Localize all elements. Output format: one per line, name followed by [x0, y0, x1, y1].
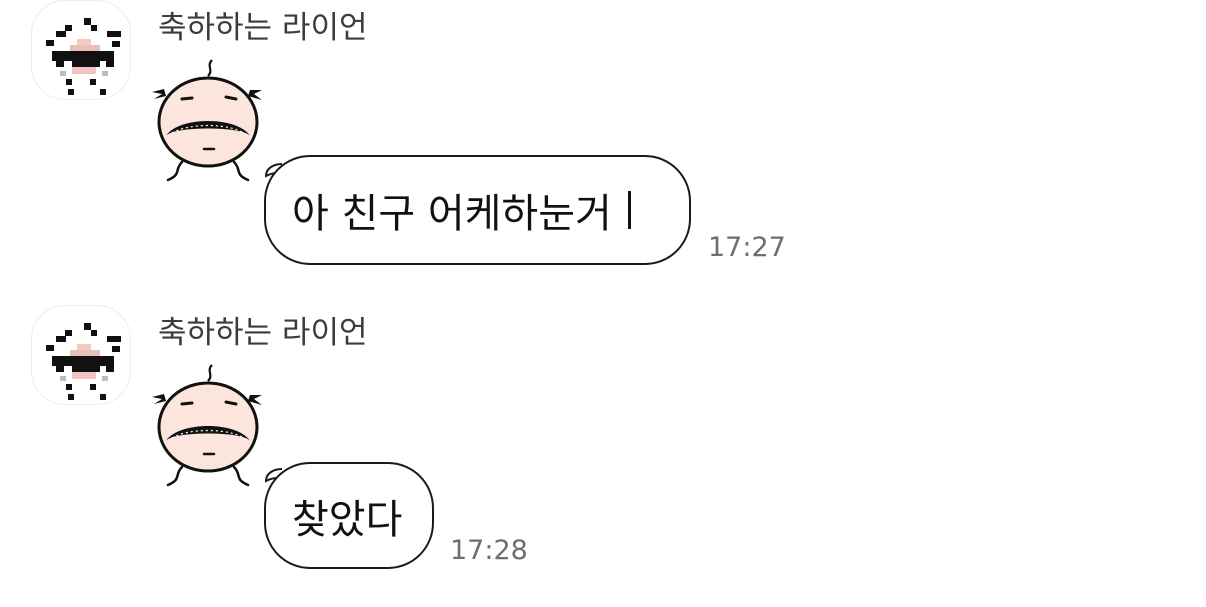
message-timestamp: 17:27	[708, 232, 786, 263]
message-bubble[interactable]: 찾았다	[264, 462, 434, 569]
frowning-character-sticker-icon	[152, 364, 262, 487]
message-timestamp: 17:28	[450, 535, 528, 566]
message-sticker[interactable]	[148, 56, 268, 188]
pixel-lion-avatar-icon	[46, 323, 121, 400]
message-sticker[interactable]	[148, 361, 268, 493]
pixel-lion-avatar-icon	[46, 18, 121, 95]
text-cursor	[627, 191, 631, 229]
sender-avatar[interactable]	[31, 0, 131, 100]
message-bubble[interactable]: 아 친구 어케하눈거	[264, 155, 691, 265]
message-text: 아 친구 어케하눈거	[292, 191, 612, 237]
chat-message: 축하하는 라이언 아 친구 어케하눈거 17:27	[0, 0, 1206, 300]
frowning-character-sticker-icon	[152, 59, 262, 182]
chat-message: 축하하는 라이언 찾았다 17:28	[0, 305, 1206, 605]
sender-name: 축하하는 라이언	[158, 10, 368, 46]
sender-avatar[interactable]	[31, 305, 131, 405]
message-text: 찾았다	[292, 496, 403, 543]
sender-name: 축하하는 라이언	[158, 315, 368, 351]
